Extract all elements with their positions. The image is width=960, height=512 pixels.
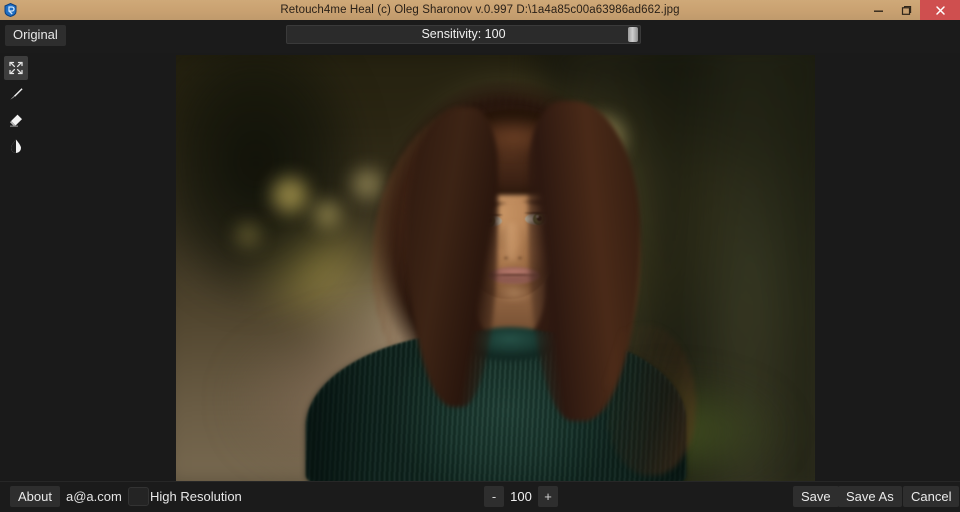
woman-subject bbox=[176, 55, 815, 481]
window-controls bbox=[864, 0, 960, 20]
maximize-icon[interactable] bbox=[892, 0, 920, 20]
brush-tool[interactable] bbox=[4, 82, 28, 106]
sensitivity-label: Sensitivity: 100 bbox=[421, 27, 506, 41]
zoom-increase-button[interactable]: + bbox=[538, 486, 558, 507]
contrast-tool[interactable] bbox=[4, 134, 28, 158]
close-icon[interactable] bbox=[920, 0, 960, 20]
image-canvas[interactable] bbox=[176, 55, 815, 481]
about-button[interactable]: About bbox=[10, 486, 60, 507]
eraser-icon bbox=[8, 112, 24, 128]
save-as-button[interactable]: Save As bbox=[838, 486, 902, 507]
retouch4me-window: Retouch4me Heal (c) Oleg Sharonov v.0.99… bbox=[0, 0, 960, 512]
minimize-icon[interactable] bbox=[864, 0, 892, 20]
sensitivity-slider-handle[interactable] bbox=[628, 27, 638, 42]
cancel-button[interactable]: Cancel bbox=[903, 486, 960, 507]
chin-highlight bbox=[494, 283, 534, 303]
zoom-stepper: - 100 + bbox=[484, 486, 558, 507]
high-resolution-label: High Resolution bbox=[150, 489, 242, 504]
title-bar: Retouch4me Heal (c) Oleg Sharonov v.0.99… bbox=[0, 0, 960, 20]
window-title: Retouch4me Heal (c) Oleg Sharonov v.0.99… bbox=[280, 4, 680, 16]
fit-screen-icon bbox=[8, 60, 24, 76]
fit-to-screen-tool[interactable] bbox=[4, 56, 28, 80]
original-button[interactable]: Original bbox=[5, 25, 66, 46]
save-button[interactable]: Save bbox=[793, 486, 839, 507]
tool-rail bbox=[4, 56, 28, 158]
portrait-photo bbox=[176, 55, 815, 481]
contrast-droplet-icon bbox=[8, 138, 24, 154]
hair-tendril bbox=[606, 325, 696, 475]
zoom-value: 100 bbox=[510, 489, 532, 504]
eraser-tool[interactable] bbox=[4, 108, 28, 132]
zoom-decrease-button[interactable]: - bbox=[484, 486, 504, 507]
nostrils bbox=[502, 255, 524, 261]
high-resolution-checkbox[interactable] bbox=[128, 487, 149, 506]
account-email: a@a.com bbox=[66, 489, 122, 504]
brush-icon bbox=[8, 86, 24, 102]
sensitivity-slider[interactable]: Sensitivity: 100 bbox=[286, 25, 641, 44]
